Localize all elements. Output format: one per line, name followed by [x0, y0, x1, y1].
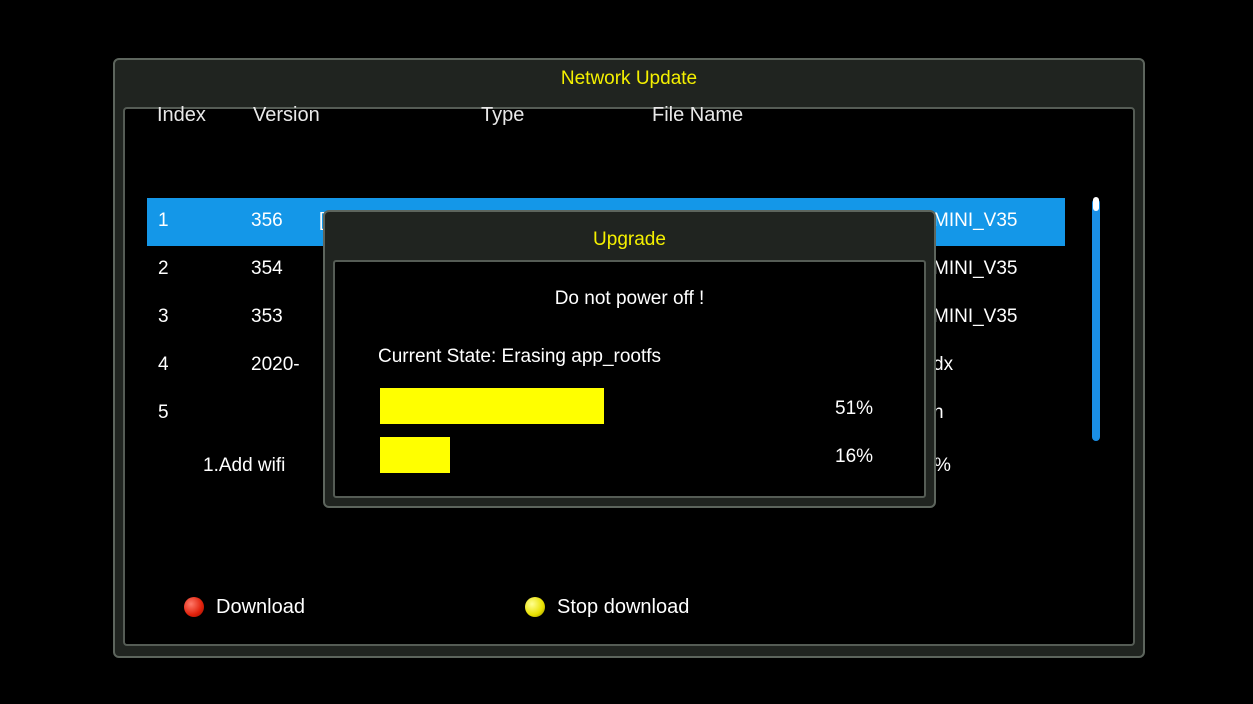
- hint-text: 1.Add wifi: [203, 455, 286, 476]
- column-header-version: Version: [253, 104, 320, 126]
- upgrade-dialog: Upgrade Do not power off ! Current State…: [323, 210, 936, 508]
- progress-percent-primary: 51%: [835, 398, 874, 419]
- row-index: 5: [158, 402, 169, 423]
- download-label: Download: [216, 595, 305, 618]
- row-index: 2: [158, 258, 169, 279]
- column-header-type: Type: [481, 104, 525, 126]
- row-version: 353: [251, 306, 283, 327]
- progress-bar-primary: [380, 388, 820, 424]
- progress-bar-secondary: [380, 437, 820, 473]
- hint-tail: %: [934, 455, 951, 476]
- progress-fill-primary: [380, 388, 605, 424]
- scrollbar[interactable]: [1092, 199, 1100, 441]
- stop-download-button[interactable]: Stop download: [525, 594, 689, 620]
- row-file-name: MINI_V35: [933, 258, 1018, 279]
- row-version: 2020-: [251, 354, 300, 375]
- row-file-name: MINI_V35: [933, 210, 1018, 231]
- dialog-title: Upgrade: [593, 229, 666, 250]
- row-file-name: MINI_V35: [933, 306, 1018, 327]
- stop-download-label: Stop download: [557, 595, 690, 618]
- screen: Network Update Index Version Type File N…: [0, 0, 1253, 704]
- progress-fill-secondary: [380, 437, 451, 473]
- column-header-file-name: File Name: [652, 104, 744, 126]
- row-index: 3: [158, 306, 169, 327]
- column-header-index: Index: [157, 104, 206, 126]
- progress-percent-secondary: 16%: [835, 446, 874, 467]
- scrollbar-thumb[interactable]: [1093, 197, 1099, 211]
- row-version: 354: [251, 258, 283, 279]
- yellow-key-icon: [525, 597, 545, 617]
- row-version: 356: [251, 210, 283, 231]
- download-button[interactable]: Download: [184, 594, 305, 620]
- window-title: Network Update: [560, 68, 698, 89]
- row-index: 4: [158, 354, 169, 375]
- current-state: Current State: Erasing app_rootfs: [378, 346, 662, 367]
- power-warning: Do not power off !: [554, 288, 705, 309]
- row-index: 1: [158, 210, 169, 231]
- red-key-icon: [184, 597, 204, 617]
- dialog-body: Do not power off ! Current State: Erasin…: [333, 260, 926, 498]
- row-file-name: dx: [933, 354, 954, 375]
